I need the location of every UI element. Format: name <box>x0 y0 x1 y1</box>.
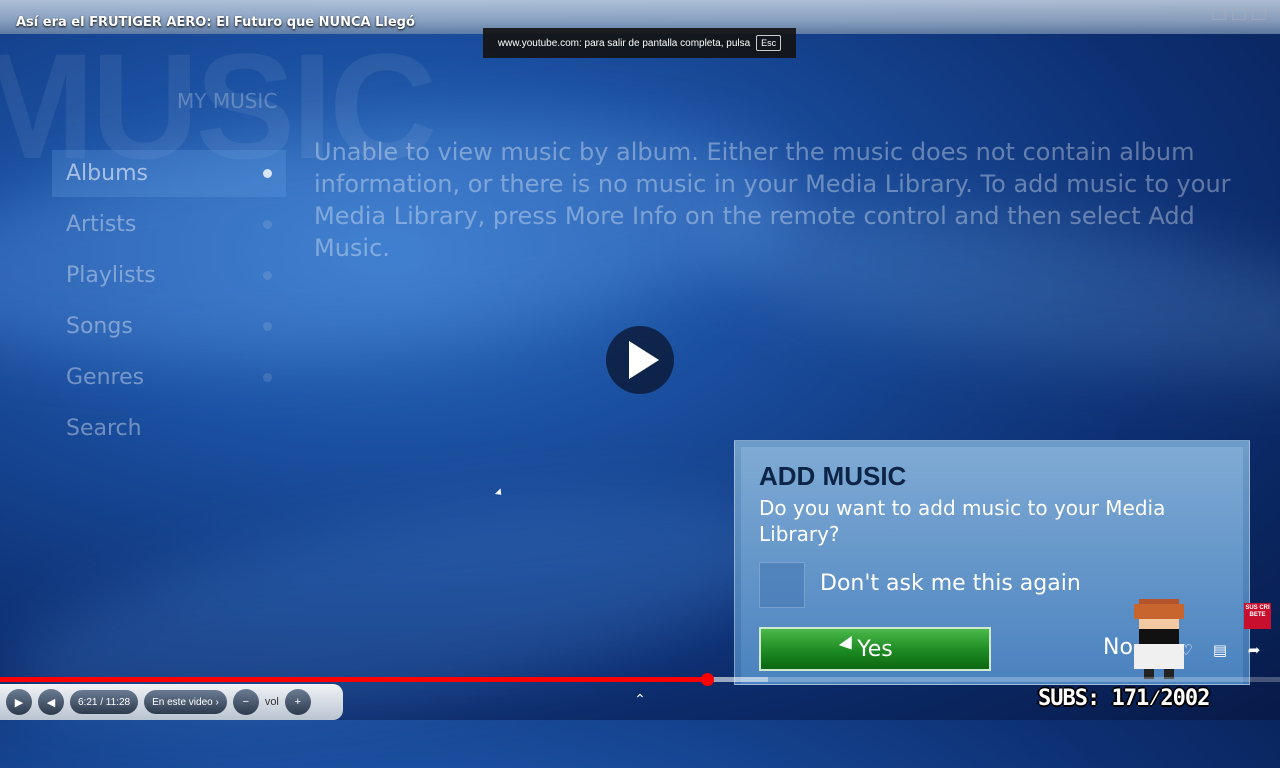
scrubber-handle[interactable] <box>700 673 714 686</box>
volume-label: vol <box>264 696 279 708</box>
player-controls: ▶ ◀ 6:21 / 11:28 En este video › − vol + <box>0 684 343 720</box>
mouse-cursor-icon <box>494 488 505 498</box>
window-controls <box>1212 8 1266 20</box>
selected-dot-icon <box>263 169 272 178</box>
chevron-right-icon: › <box>212 696 219 708</box>
minimize-icon[interactable] <box>1212 8 1226 20</box>
menu-item-label: Albums <box>66 161 148 186</box>
progress-played <box>0 677 707 682</box>
maximize-icon[interactable] <box>1232 8 1246 20</box>
dialog-question: Do you want to add music to your Media L… <box>759 496 1166 546</box>
yes-button[interactable]: Yes <box>759 627 991 671</box>
dont-ask-label: Don't ask me this again <box>820 571 1081 596</box>
fullscreen-toast-text: www.youtube.com: para salir de pantalla … <box>497 37 751 49</box>
comments-icon[interactable]: ▤ <box>1210 640 1230 660</box>
yes-button-label: Yes <box>857 636 893 662</box>
menu-item-label: Songs <box>66 314 133 339</box>
dot-icon <box>263 220 272 229</box>
subscribe-badge[interactable]: SUS CRI BETE <box>1244 603 1271 629</box>
menu-item-albums[interactable]: Albums <box>52 150 286 197</box>
music-menu: Albums Artists Playlists Songs Genres Se… <box>52 150 286 456</box>
menu-item-playlists[interactable]: Playlists <box>52 252 286 299</box>
progress-bar[interactable] <box>0 673 1280 686</box>
thumbs-down-icon[interactable]: ♡ <box>1176 640 1196 660</box>
volume-icon[interactable]: ◀ <box>38 689 64 715</box>
menu-item-label: Genres <box>66 365 145 390</box>
chapter-button[interactable]: En este video › <box>144 690 227 714</box>
menu-item-songs[interactable]: Songs <box>52 303 286 350</box>
pixel-mascot-icon <box>1134 599 1184 679</box>
volume-up-icon[interactable]: + <box>284 689 311 715</box>
esc-key: Esc <box>756 35 782 51</box>
menu-item-label: Playlists <box>66 263 156 288</box>
play-button[interactable]: ▶ <box>6 689 32 715</box>
dot-icon <box>263 373 272 382</box>
menu-item-label: Search <box>66 416 142 441</box>
menu-item-artists[interactable]: Artists <box>52 201 286 248</box>
close-icon[interactable] <box>1252 8 1266 20</box>
empty-library-message: Unable to view music by album. Either th… <box>314 138 1231 262</box>
menu-item-label: Artists <box>66 212 137 237</box>
dot-icon <box>263 322 272 331</box>
menu-item-search[interactable]: Search <box>52 405 286 452</box>
volume-down-icon[interactable]: − <box>232 689 259 715</box>
dialog-title: ADD MUSIC <box>759 461 907 491</box>
menu-item-genres[interactable]: Genres <box>52 354 286 401</box>
subs-counter: SUBS: 171⁄2002 <box>1038 686 1210 711</box>
time-display: 6:21 / 11:28 <box>70 690 139 714</box>
chapter-label: En este video <box>152 696 213 708</box>
dont-ask-checkbox[interactable] <box>759 562 805 608</box>
play-overlay-icon[interactable] <box>606 326 674 394</box>
video-actions: ♡ ▤ ➦ <box>1176 640 1264 660</box>
section-title: MY MUSIC <box>177 89 278 113</box>
fullscreen-toast: www.youtube.com: para salir de pantalla … <box>483 28 796 58</box>
dot-icon <box>263 271 272 280</box>
chevron-up-icon[interactable]: ⌃ <box>630 692 650 708</box>
share-icon[interactable]: ➦ <box>1244 640 1264 660</box>
